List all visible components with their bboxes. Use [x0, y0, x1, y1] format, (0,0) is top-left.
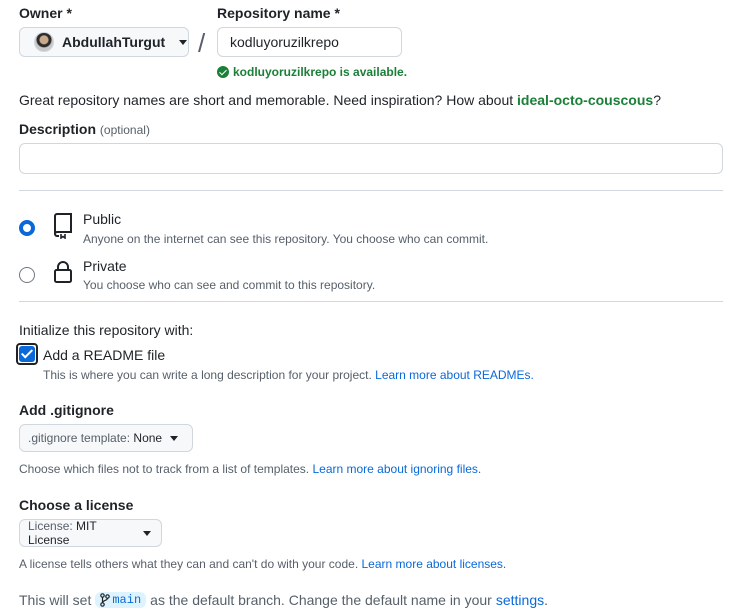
owner-repo-separator: / — [198, 28, 206, 58]
default-branch-note: This will set main as the default branch… — [19, 592, 548, 608]
readme-learn-more-link[interactable]: Learn more about READMEs. — [375, 368, 534, 382]
gitignore-help: Choose which files not to track from a l… — [19, 462, 482, 476]
branch-badge: main — [95, 592, 147, 608]
private-title: Private — [83, 258, 127, 274]
repo-name-input[interactable] — [217, 27, 402, 57]
private-description: You choose who can see and commit to thi… — [83, 278, 376, 292]
license-learn-more-link[interactable]: Learn more about licenses. — [362, 557, 507, 571]
owner-dropdown[interactable]: AbdullahTurgut — [19, 27, 189, 57]
private-radio[interactable] — [19, 267, 35, 283]
divider — [19, 301, 723, 302]
readme-help: This is where you can write a long descr… — [43, 368, 534, 382]
public-title: Public — [83, 211, 122, 227]
divider — [19, 190, 723, 191]
chevron-down-icon — [143, 530, 151, 536]
availability-message: kodluyoruzilkrepo is available. — [217, 65, 407, 79]
lock-icon — [54, 261, 72, 283]
settings-link[interactable]: settings — [496, 592, 544, 608]
suggested-name-link[interactable]: ideal-octo-couscous — [517, 92, 653, 108]
license-dropdown[interactable]: License: MIT License — [19, 519, 162, 547]
public-radio[interactable] — [19, 220, 35, 236]
gitignore-dropdown[interactable]: .gitignore template: None — [19, 424, 193, 452]
license-heading: Choose a license — [19, 497, 134, 513]
chevron-down-icon — [179, 39, 188, 45]
check-circle-icon — [217, 66, 229, 78]
avatar — [34, 32, 54, 52]
description-label: Description (optional) — [19, 121, 150, 137]
license-help: A license tells others what they can and… — [19, 557, 507, 571]
chevron-down-icon — [170, 435, 179, 441]
gitignore-learn-more-link[interactable]: Learn more about ignoring files. — [312, 462, 481, 476]
public-description: Anyone on the internet can see this repo… — [83, 232, 489, 246]
readme-label[interactable]: Add a README file — [43, 347, 165, 363]
readme-checkbox[interactable] — [16, 343, 38, 365]
gitignore-heading: Add .gitignore — [19, 402, 114, 418]
init-heading: Initialize this repository with: — [19, 322, 194, 338]
git-branch-icon — [100, 593, 111, 607]
description-input[interactable] — [19, 143, 723, 174]
owner-name: AbdullahTurgut — [62, 34, 166, 50]
name-suggestion-hint: Great repository names are short and mem… — [19, 92, 661, 108]
owner-label: Owner * — [19, 5, 72, 21]
repo-name-label: Repository name * — [217, 5, 340, 21]
repo-icon — [54, 213, 72, 239]
checkmark-icon — [19, 346, 35, 362]
